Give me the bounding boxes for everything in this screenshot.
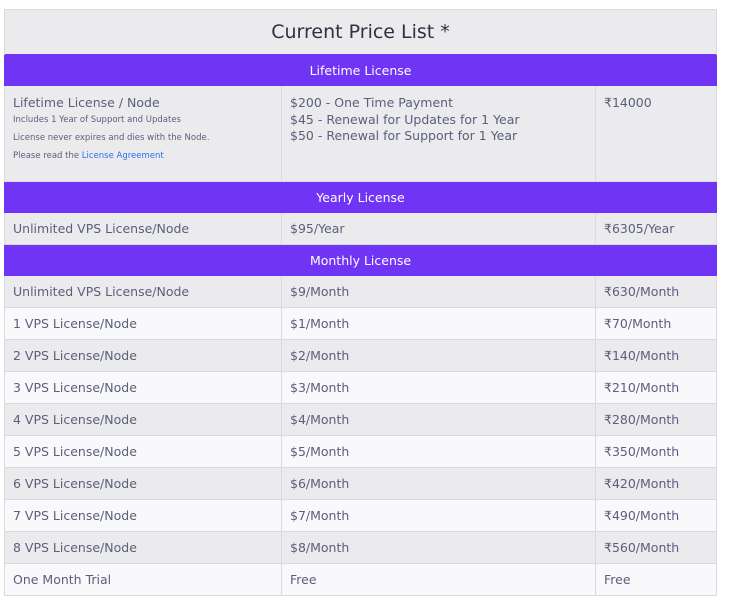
table-row: One Month Trial Free Free [4, 563, 718, 596]
license-name-cell: 1 VPS License/Node [4, 307, 282, 340]
inr-price-cell: ₹280/Month [594, 403, 718, 436]
section-header-lifetime: Lifetime License [3, 54, 718, 86]
license-agreement-line: Please read the License Agreement [13, 147, 273, 165]
inr-price-cell: ₹140/Month [594, 339, 718, 372]
usd-price-cell: $1/Month [281, 307, 596, 340]
section-heading: Lifetime License [3, 54, 718, 86]
table-row: 1 VPS License/Node $1/Month ₹70/Month [4, 307, 718, 340]
usd-price-cell: $8/Month [281, 531, 596, 564]
license-name-cell: 2 VPS License/Node [4, 339, 282, 372]
inr-price-cell: ₹6305/Year [594, 212, 718, 245]
license-agreement-link[interactable]: License Agreement [82, 151, 164, 161]
inr-price-cell: ₹560/Month [594, 531, 718, 564]
usd-price-cell: Free [281, 563, 596, 596]
section-heading: Monthly License [3, 244, 718, 276]
title-row: Current Price List * [3, 9, 718, 55]
usd-price-cell: $95/Year [281, 212, 596, 245]
table-row: 4 VPS License/Node $4/Month ₹280/Month [4, 403, 718, 436]
license-name-cell: One Month Trial [4, 563, 282, 596]
usd-price-cell: $9/Month [281, 275, 596, 308]
price-table: Current Price List * Lifetime License Li… [3, 9, 718, 596]
usd-price-cell: $4/Month [281, 403, 596, 436]
table-row: Unlimited VPS License/Node $95/Year ₹630… [4, 212, 718, 245]
license-name-cell: 5 VPS License/Node [4, 435, 282, 468]
table-row: 8 VPS License/Node $8/Month ₹560/Month [4, 531, 718, 564]
table-row: Lifetime License / Node Includes 1 Year … [4, 85, 718, 182]
license-note: License never expires and dies with the … [13, 133, 210, 143]
inr-price-cell: ₹14000 [594, 85, 718, 182]
table-row: 2 VPS License/Node $2/Month ₹140/Month [4, 339, 718, 372]
license-note: Includes 1 Year of Support and Updates [13, 115, 181, 125]
usd-price-cell: $3/Month [281, 371, 596, 404]
inr-price-cell: ₹210/Month [594, 371, 718, 404]
section-header-monthly: Monthly License [3, 244, 718, 276]
inr-price-cell: Free [594, 563, 718, 596]
section-heading: Yearly License [3, 181, 718, 213]
section-header-yearly: Yearly License [3, 181, 718, 213]
license-name-cell: Unlimited VPS License/Node [4, 212, 282, 245]
price-line: $45 - Renewal for Updates for 1 Year [290, 111, 520, 127]
inr-price-cell: ₹70/Month [594, 307, 718, 340]
license-name-cell: 3 VPS License/Node [4, 371, 282, 404]
table-row: 6 VPS License/Node $6/Month ₹420/Month [4, 467, 718, 500]
inr-price-cell: ₹420/Month [594, 467, 718, 500]
usd-price-cell: $6/Month [281, 467, 596, 500]
inr-price-cell: ₹630/Month [594, 275, 718, 308]
license-name-cell: 8 VPS License/Node [4, 531, 282, 564]
inr-price-cell: ₹350/Month [594, 435, 718, 468]
usd-price-cell: $200 - One Time Payment $45 - Renewal fo… [281, 85, 596, 182]
price-line: $200 - One Time Payment [290, 95, 453, 110]
table-row: 5 VPS License/Node $5/Month ₹350/Month [4, 435, 718, 468]
read-prefix: Please read the [13, 151, 82, 161]
usd-price-cell: $2/Month [281, 339, 596, 372]
price-line: $50 - Renewal for Support for 1 Year [290, 128, 518, 143]
usd-price-cell: $7/Month [281, 499, 596, 532]
license-name-cell: 6 VPS License/Node [4, 467, 282, 500]
table-row: 3 VPS License/Node $3/Month ₹210/Month [4, 371, 718, 404]
license-name-cell: Unlimited VPS License/Node [4, 275, 282, 308]
license-name-cell: 7 VPS License/Node [4, 499, 282, 532]
license-name-cell: 4 VPS License/Node [4, 403, 282, 436]
price-list-title: Current Price List * [3, 9, 718, 55]
license-name: Lifetime License / Node [13, 95, 160, 110]
table-row: Unlimited VPS License/Node $9/Month ₹630… [4, 275, 718, 308]
usd-price-cell: $5/Month [281, 435, 596, 468]
inr-price-cell: ₹490/Month [594, 499, 718, 532]
table-row: 7 VPS License/Node $7/Month ₹490/Month [4, 499, 718, 532]
license-name-cell: Lifetime License / Node Includes 1 Year … [4, 85, 282, 182]
